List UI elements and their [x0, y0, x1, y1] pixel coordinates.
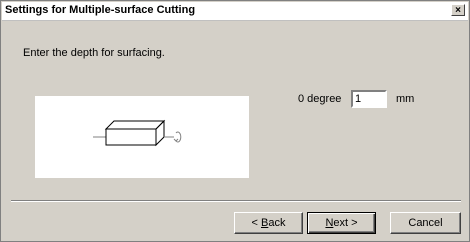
- close-icon: ×: [455, 5, 461, 16]
- unit-label: mm: [396, 93, 415, 105]
- next-button[interactable]: Next >: [307, 212, 376, 234]
- cutting-preview: [35, 96, 249, 178]
- workpiece-illustration: [93, 119, 182, 147]
- title-bar: Settings for Multiple-surface Cutting ×: [2, 2, 468, 21]
- depth-input[interactable]: [351, 90, 387, 108]
- back-rest: ack: [268, 217, 286, 229]
- dialog-title: Settings for Multiple-surface Cutting: [5, 4, 196, 16]
- back-button[interactable]: < Back: [234, 212, 303, 234]
- back-prefix: <: [251, 217, 261, 229]
- close-button[interactable]: ×: [451, 4, 465, 16]
- angle-label: 0 degree: [298, 93, 342, 105]
- next-rest: ext >: [333, 217, 358, 229]
- instruction-text: Enter the depth for surfacing.: [23, 47, 165, 59]
- cancel-button[interactable]: Cancel: [390, 212, 461, 234]
- settings-dialog: Settings for Multiple-surface Cutting × …: [0, 0, 470, 242]
- separator: [11, 200, 461, 202]
